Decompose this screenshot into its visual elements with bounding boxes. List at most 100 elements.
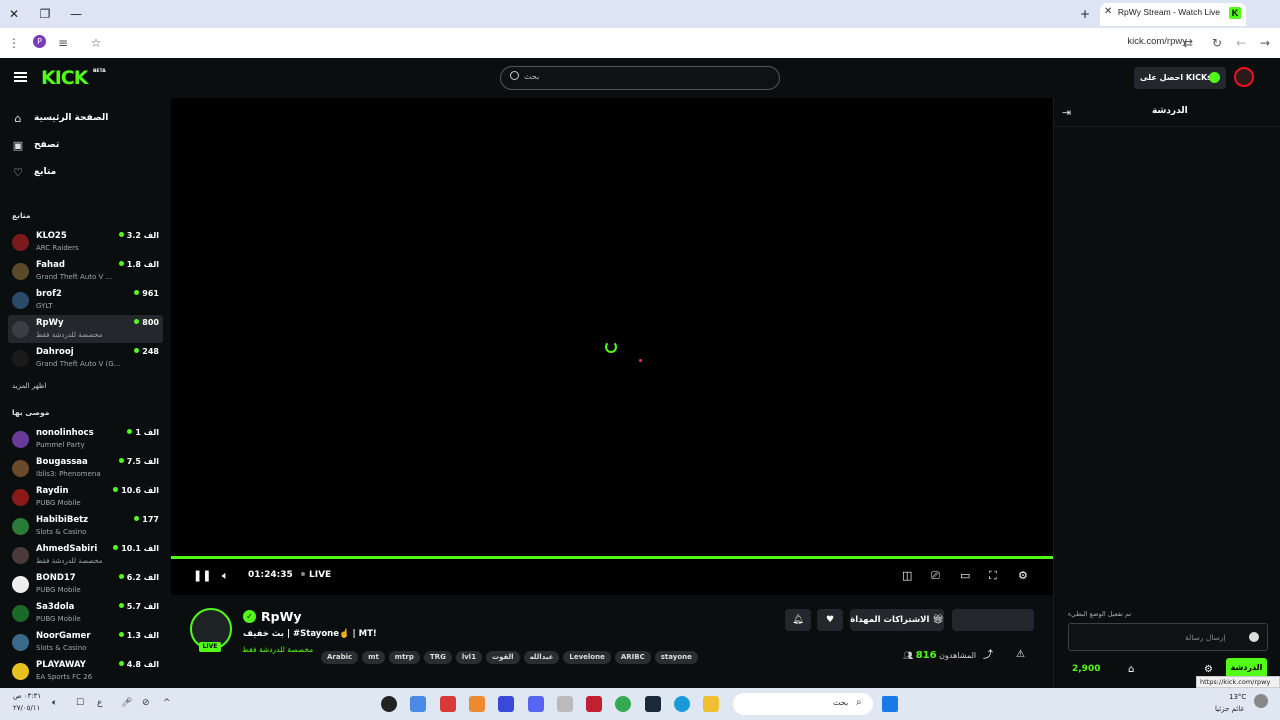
search-input[interactable]: بحث	[500, 66, 780, 90]
url-field[interactable]: kick.com/rpwy	[1127, 36, 1187, 47]
reload-icon[interactable]: ↻	[1209, 35, 1225, 51]
sidebar-channel-sa3dola[interactable]: Sa3dola PUBG Mobile 5.7 الف	[8, 599, 163, 627]
settings-gear-icon[interactable]: ⚙	[1018, 569, 1028, 583]
kick-logo[interactable]: KICK	[41, 67, 88, 89]
theater-mode-icon[interactable]: ▭	[960, 569, 970, 583]
hamburger-menu-icon[interactable]	[14, 72, 27, 82]
user-avatar[interactable]	[1234, 67, 1254, 87]
chat-settings-icon[interactable]: ⚙	[1204, 663, 1213, 677]
video-player[interactable]: ❚❚ 🔈︎ 01:24:35 LIVE ◫ ⎚ ▭ ⛶ ⚙	[171, 98, 1053, 595]
notification-bell-button[interactable]: 🔔︎	[785, 609, 811, 631]
nav-browse[interactable]: ▣ تصفح	[12, 138, 162, 156]
tag[interactable]: mtrp	[388, 651, 420, 664]
chat-send-button[interactable]: الدردشة	[1226, 658, 1267, 678]
clock-time[interactable]: ٠٣:٣١ ص	[13, 692, 41, 700]
streamer-name[interactable]: RpWy	[261, 609, 302, 624]
tag[interactable]: القوت	[486, 651, 520, 664]
bookmark-star-icon[interactable]: ☆	[88, 35, 104, 51]
tag[interactable]: Arabic	[321, 651, 359, 664]
browser-profile-avatar[interactable]: P	[33, 35, 46, 48]
collapse-chat-icon[interactable]: ⇥	[1062, 106, 1071, 119]
subscribe-button-placeholder[interactable]	[952, 609, 1034, 631]
share-icon[interactable]: ⤴	[983, 649, 993, 663]
sidebar-channel-fahad[interactable]: Fahad Grand Theft Auto V ... 1.8 الف	[8, 257, 163, 285]
sidebar-channel-nonolinhocs[interactable]: nonolinhocs Pummel Party 1 الف	[8, 425, 163, 453]
language-indicator[interactable]: ع	[97, 698, 102, 708]
browser-tab[interactable]: ✕ RpWy Stream - Watch Live K	[1100, 3, 1246, 26]
new-tab-icon[interactable]: +	[1077, 6, 1093, 22]
get-kicks-button[interactable]: احصل على KICKs	[1134, 67, 1226, 89]
app-gray-taskbar-icon[interactable]	[557, 696, 573, 712]
sidebar-channel-rpwy[interactable]: RpWy مخصصة للدردشة فقط 800	[8, 315, 163, 343]
windows-start-icon[interactable]	[882, 696, 898, 712]
nav-following[interactable]: ♡ متابع	[12, 165, 162, 183]
sidebar-channel-dahrooj[interactable]: Dahrooj Grand Theft Auto V (G... 248	[8, 344, 163, 372]
tag[interactable]: mt	[362, 651, 385, 664]
gift-subs-button[interactable]: الاشتراكات المهداة 🎁︎	[850, 609, 944, 631]
obs-taskbar-icon[interactable]	[381, 696, 397, 712]
tag[interactable]: lvl1	[455, 651, 483, 664]
sidebar-channel-brof2[interactable]: brof2 GYLT 961	[8, 286, 163, 314]
forward-icon[interactable]: ←	[1233, 35, 1249, 51]
app-dark-red-taskbar-icon[interactable]	[586, 696, 602, 712]
live-dot-icon	[113, 487, 119, 492]
sidebar-channel-klo25[interactable]: KLO25 ARC Raiders 3.2 الف	[8, 228, 163, 256]
live-dot-icon	[134, 348, 140, 353]
tag[interactable]: ARIBC	[614, 651, 651, 664]
sidebar-channel-bougassaa[interactable]: Bougassaa Iblis3: Phenomena 7.5 الف	[8, 454, 163, 482]
chat-message-input[interactable]: إرسال رسالة	[1068, 623, 1268, 651]
tag[interactable]: Levelone	[563, 651, 611, 664]
network-icon[interactable]: ☐	[76, 698, 84, 708]
site-settings-icon[interactable]: ⇄	[1180, 35, 1196, 51]
emoji-icon[interactable]	[1249, 632, 1259, 642]
restore-window-icon[interactable]: ❐	[37, 6, 53, 22]
weather-temp[interactable]: 13°C	[1229, 693, 1246, 701]
back-icon[interactable]: →	[1257, 35, 1273, 51]
show-more-link[interactable]: اظهر المزيد	[12, 382, 46, 390]
tag[interactable]: TRG	[423, 651, 452, 664]
close-window-icon[interactable]: ✕	[6, 6, 22, 22]
minimize-window-icon[interactable]: —	[68, 6, 84, 22]
picture-in-picture-icon[interactable]: ◫	[902, 569, 912, 583]
weather-desc[interactable]: غائم جزئيا	[1215, 705, 1244, 713]
pause-icon[interactable]: ❚❚	[193, 569, 211, 583]
sidebar-channel-noorgamer[interactable]: NoorGamer Slots & Casino 1.3 الف	[8, 628, 163, 656]
clock-date[interactable]: ٢٧/٠٥/١١	[13, 704, 40, 712]
steam-taskbar-icon[interactable]	[645, 696, 661, 712]
gift-subs-label: الاشتراكات المهداة	[850, 615, 930, 625]
app-red-taskbar-icon[interactable]	[440, 696, 456, 712]
chrome-taskbar-icon[interactable]	[615, 696, 631, 712]
nav-home[interactable]: ⌂ الصفحة الرئيسية	[12, 111, 162, 129]
player-live-label[interactable]: LIVE	[301, 570, 331, 580]
sidebar-channel-habibibetz[interactable]: HabibiBetz Slots & Casino 177	[8, 512, 163, 540]
weather-icon[interactable]	[1254, 694, 1268, 708]
channel-points[interactable]: 2,900	[1072, 664, 1100, 674]
file-explorer-taskbar-icon[interactable]	[703, 696, 719, 712]
menu-dots-icon[interactable]: ⋮	[6, 35, 22, 51]
sidebar-channel-bond17[interactable]: BOND17 PUBG Mobile 6.2 الف	[8, 570, 163, 598]
tag[interactable]: عبدالله	[523, 651, 560, 664]
chrome-profile-taskbar-icon[interactable]	[410, 696, 426, 712]
tray-expand-icon[interactable]: ^	[163, 698, 171, 708]
follow-heart-button[interactable]: ♥	[817, 609, 843, 631]
tag[interactable]: stayone	[654, 651, 698, 664]
headset-taskbar-icon[interactable]	[498, 696, 514, 712]
microphone-icon[interactable]: 🎤︎	[121, 698, 132, 708]
report-warning-icon[interactable]: ⚠	[1016, 648, 1025, 662]
app-orange-taskbar-icon[interactable]	[469, 696, 485, 712]
reading-list-icon[interactable]: ≡	[55, 35, 71, 51]
speaker-icon[interactable]: 🔈︎	[52, 698, 57, 708]
volume-icon[interactable]: 🔈︎	[222, 569, 229, 583]
tab-close-icon[interactable]: ✕	[1104, 6, 1112, 17]
clip-icon[interactable]: ⎚	[931, 569, 940, 583]
discord-taskbar-icon[interactable]	[528, 696, 544, 712]
sidebar-channel-ahmedsabiri[interactable]: AhmedSabiri مخصصة للدردشة فقط 10.1 الف	[8, 541, 163, 569]
stream-category[interactable]: مخصصة للدردشة فقط	[242, 645, 313, 654]
sidebar-channel-raydin[interactable]: Raydin PUBG Mobile 10.6 الف	[8, 483, 163, 511]
taskbar-search[interactable]: بحث ⌕	[733, 693, 873, 715]
edge-taskbar-icon[interactable]	[674, 696, 690, 712]
sidebar-channel-playaway[interactable]: PLAYAWAY EA Sports FC 26 4.8 الف	[8, 657, 163, 685]
fullscreen-icon[interactable]: ⛶	[989, 569, 997, 583]
store-icon[interactable]: ⌂	[1128, 663, 1134, 677]
notifications-off-icon[interactable]: ⊘	[142, 698, 150, 708]
